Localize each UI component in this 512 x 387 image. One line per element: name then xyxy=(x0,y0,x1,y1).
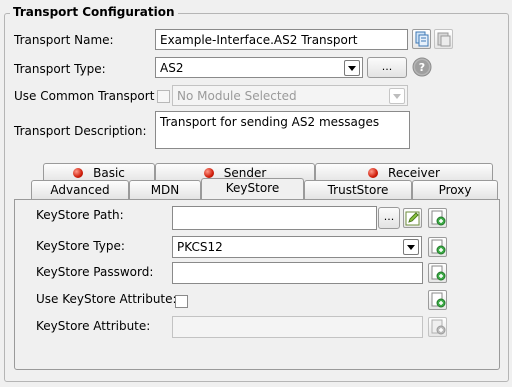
tab-proxy[interactable]: Proxy xyxy=(412,180,498,199)
add-variable-button[interactable] xyxy=(428,237,447,257)
help-icon[interactable]: ? xyxy=(412,57,432,77)
use-common-transport-label: Use Common Transport xyxy=(14,89,155,103)
use-keystore-attribute-label: Use KeyStore Attribute: xyxy=(36,292,177,306)
keystore-type-value: PKCS12 xyxy=(177,240,223,254)
transport-type-browse-button[interactable]: ... xyxy=(367,57,407,78)
keystore-path-input[interactable] xyxy=(172,206,377,230)
add-variable-button[interactable] xyxy=(428,208,447,228)
copy-button[interactable] xyxy=(412,29,431,49)
add-variable-button[interactable] xyxy=(428,290,447,310)
chevron-down-icon[interactable] xyxy=(403,239,419,255)
tab-keystore[interactable]: KeyStore xyxy=(201,178,304,199)
chevron-down-icon[interactable] xyxy=(344,60,360,76)
paste-button[interactable] xyxy=(434,29,453,49)
paste-icon xyxy=(437,32,451,47)
add-variable-icon xyxy=(431,210,446,226)
chevron-down-icon[interactable] xyxy=(389,88,405,104)
group-title: Transport Configuration xyxy=(10,5,178,19)
error-icon xyxy=(368,168,379,178)
keystore-path-browse-button[interactable]: ... xyxy=(378,207,400,229)
transport-type-label: Transport Type: xyxy=(14,62,106,76)
add-variable-icon xyxy=(431,319,446,335)
error-icon xyxy=(203,168,214,178)
transport-description-label: Transport Description: xyxy=(14,124,147,138)
keystore-attribute-label: KeyStore Attribute: xyxy=(36,319,151,333)
common-transport-value: No Module Selected xyxy=(177,89,297,103)
keystore-password-label: KeyStore Password: xyxy=(36,265,154,279)
add-variable-icon xyxy=(431,292,446,308)
tab-truststore[interactable]: TrustStore xyxy=(304,180,412,199)
tab-advanced[interactable]: Advanced xyxy=(31,180,129,199)
add-variable-icon xyxy=(431,239,446,255)
add-variable-icon xyxy=(431,265,446,281)
edit-button[interactable] xyxy=(403,208,422,228)
use-keystore-attribute-checkbox[interactable] xyxy=(175,295,188,308)
transport-description-textarea[interactable]: Transport for sending AS2 messages xyxy=(155,111,410,149)
copy-icon xyxy=(415,31,429,47)
error-icon xyxy=(73,168,84,178)
keystore-panel: KeyStore Path: ... KeyStore Type: PKCS12… xyxy=(14,199,500,370)
keystore-password-input[interactable] xyxy=(172,262,423,284)
keystore-type-select[interactable]: PKCS12 xyxy=(172,236,422,258)
transport-name-label: Transport Name: xyxy=(14,33,114,47)
add-variable-button-disabled[interactable] xyxy=(428,317,447,337)
keystore-attribute-input[interactable] xyxy=(172,316,423,338)
add-variable-button[interactable] xyxy=(428,263,447,283)
edit-icon xyxy=(405,211,420,226)
transport-type-value: AS2 xyxy=(160,61,184,75)
use-common-transport-checkbox[interactable] xyxy=(157,90,170,103)
keystore-type-label: KeyStore Type: xyxy=(36,239,125,253)
common-transport-select[interactable]: No Module Selected xyxy=(172,85,408,106)
transport-name-input[interactable]: Example-Interface.AS2 Transport xyxy=(155,29,408,50)
keystore-path-label: KeyStore Path: xyxy=(36,208,124,222)
transport-type-select[interactable]: AS2 xyxy=(155,57,363,78)
tab-mdn[interactable]: MDN xyxy=(129,180,201,199)
svg-text:?: ? xyxy=(419,61,425,74)
